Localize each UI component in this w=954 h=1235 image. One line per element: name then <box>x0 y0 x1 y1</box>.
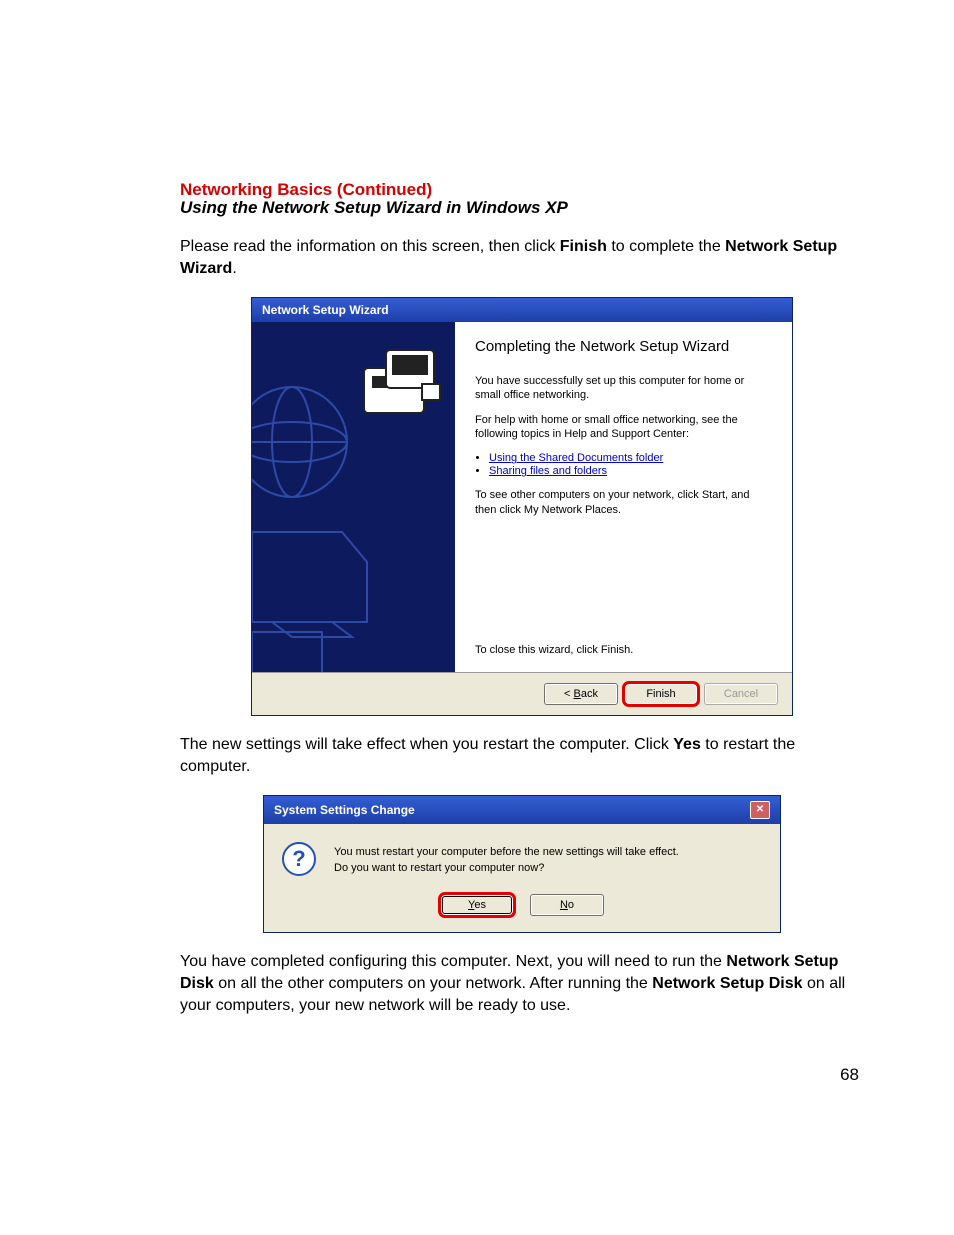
text: N <box>560 899 568 911</box>
page-number: 68 <box>840 1065 859 1085</box>
system-settings-change-dialog: System Settings Change ✕ ? You must rest… <box>263 795 781 933</box>
yes-button[interactable]: Yes <box>440 894 514 916</box>
question-icon: ? <box>282 842 316 876</box>
text-bold: Finish <box>560 238 607 255</box>
close-icon[interactable]: ✕ <box>750 801 770 819</box>
text: es <box>474 899 486 911</box>
text: to complete the <box>607 238 725 255</box>
wizard-text: To close this wizard, click Finish. <box>475 643 772 657</box>
dialog-body: ? You must restart your computer before … <box>264 824 780 884</box>
wizard-link-list: Using the Shared Documents folder Sharin… <box>489 451 772 478</box>
wizard-text: To see other computers on your network, … <box>475 488 772 517</box>
text-bold: Network Setup Disk <box>652 975 802 992</box>
no-button[interactable]: No <box>530 894 604 916</box>
dialog-text: You must restart your computer before th… <box>334 842 679 878</box>
text: Please read the information on this scre… <box>180 238 560 255</box>
text: The new settings will take effect when y… <box>180 736 673 753</box>
instruction-paragraph-2: The new settings will take effect when y… <box>180 734 864 777</box>
text-bold: Yes <box>673 736 701 753</box>
finish-button[interactable]: Finish <box>624 683 698 705</box>
text: ack <box>581 688 598 700</box>
document-page: Networking Basics (Continued) Using the … <box>0 0 954 1235</box>
cancel-button: Cancel <box>704 683 778 705</box>
wizard-sidebar-graphic <box>252 322 455 672</box>
help-link-shared-documents[interactable]: Using the Shared Documents folder <box>489 452 663 464</box>
wizard-heading: Completing the Network Setup Wizard <box>475 338 772 355</box>
text: . <box>232 260 236 277</box>
dialog-titlebar[interactable]: System Settings Change ✕ <box>264 796 780 824</box>
network-setup-wizard-window: Network Setup Wizard <box>251 297 793 716</box>
dialog-button-row: Yes No <box>264 884 780 932</box>
wizard-text: For help with home or small office netwo… <box>475 413 772 442</box>
wizard-titlebar[interactable]: Network Setup Wizard <box>252 298 792 322</box>
section-subheading: Using the Network Setup Wizard in Window… <box>180 198 864 218</box>
text: on all the other computers on your netwo… <box>214 975 652 992</box>
section-heading: Networking Basics (Continued) <box>180 180 864 200</box>
back-button[interactable]: < Back <box>544 683 618 705</box>
help-link-sharing-files[interactable]: Sharing files and folders <box>489 465 607 477</box>
dialog-line: Do you want to restart your computer now… <box>334 862 679 874</box>
instruction-paragraph-1: Please read the information on this scre… <box>180 236 864 279</box>
dialog-title: System Settings Change <box>274 803 415 817</box>
wizard-text: You have successfully set up this comput… <box>475 374 772 403</box>
text: < <box>564 688 573 700</box>
text: You have completed configuring this comp… <box>180 953 726 970</box>
wizard-button-row: < Back Finish Cancel <box>252 672 792 715</box>
wizard-body: Completing the Network Setup Wizard You … <box>252 322 792 672</box>
instruction-paragraph-3: You have completed configuring this comp… <box>180 951 864 1016</box>
wizard-content: Completing the Network Setup Wizard You … <box>455 322 792 672</box>
dialog-line: You must restart your computer before th… <box>334 846 679 858</box>
text: o <box>568 899 574 911</box>
text: B <box>574 688 581 700</box>
